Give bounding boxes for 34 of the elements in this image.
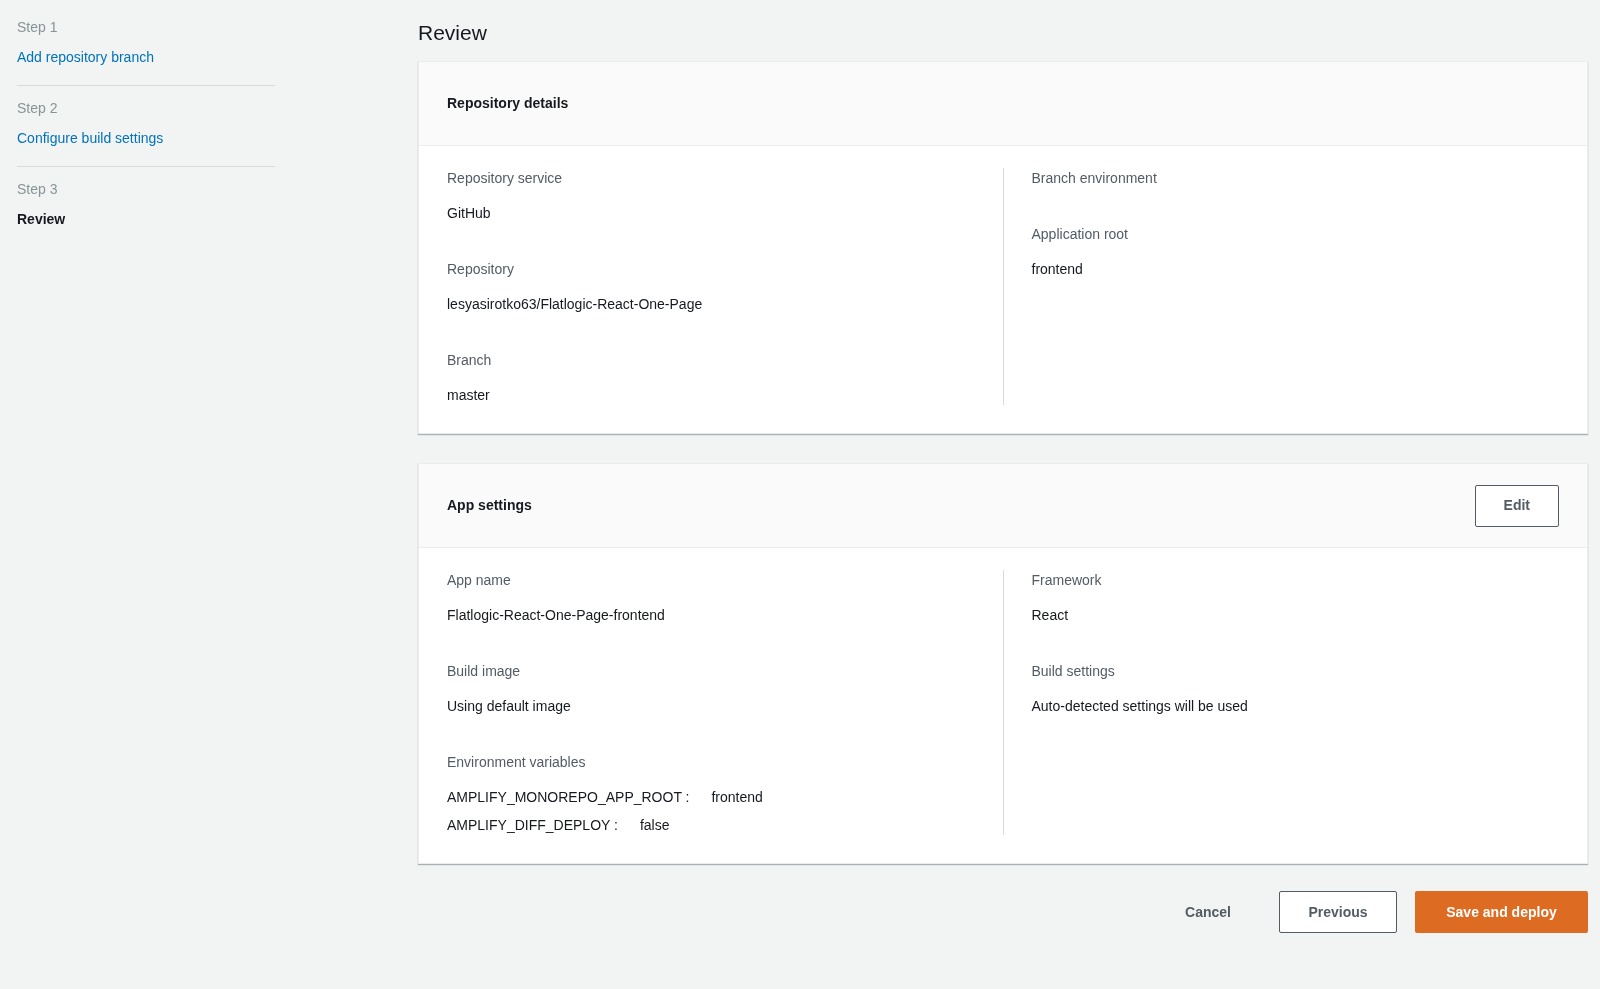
previous-button[interactable]: Previous: [1279, 891, 1397, 933]
field-label: Build settings: [1031, 662, 1116, 681]
page-title: Review: [418, 20, 488, 46]
field-label: Repository: [447, 260, 515, 279]
step-number: Step 3: [17, 180, 59, 199]
field-label: Application root: [1031, 225, 1129, 244]
field-value: React: [1031, 606, 1070, 625]
field-value: lesyasirotko63/Flatlogic-React-One-Page: [447, 295, 704, 314]
step-link[interactable]: Configure build settings: [17, 128, 275, 148]
field-label: Framework: [1031, 571, 1103, 590]
field-label: Environment variables: [447, 753, 587, 772]
field-value: Auto-detected settings will be used: [1031, 697, 1249, 716]
step-link[interactable]: Add repository branch: [17, 47, 275, 67]
step-number: Step 1: [17, 18, 59, 37]
field-label: Branch: [447, 351, 493, 370]
card-title: App settings: [447, 496, 532, 515]
field-value: master: [447, 386, 491, 405]
field-value: GitHub: [447, 204, 492, 223]
field-label: App name: [447, 571, 512, 590]
save-and-deploy-button[interactable]: Save and deploy: [1415, 891, 1588, 933]
variable-value: false: [639, 816, 670, 835]
field-value: frontend: [1031, 260, 1084, 279]
field-label: Repository service: [447, 169, 564, 188]
cancel-button[interactable]: Cancel: [1155, 891, 1261, 933]
field-label: Branch environment: [1031, 169, 1158, 188]
edit-button[interactable]: Edit: [1474, 484, 1559, 527]
variable-name: AMPLIFY_MONOREPO_APP_ROOT :: [447, 788, 690, 807]
field-label: Build image: [447, 662, 522, 681]
card-title: Repository details: [447, 94, 569, 113]
step-number: Step 2: [17, 99, 59, 118]
field-value: Flatlogic-React-One-Page-frontend: [447, 606, 666, 625]
variable-name: AMPLIFY_DIFF_DEPLOY :: [447, 816, 618, 835]
variable-value: frontend: [711, 788, 763, 807]
field-value: Using default image: [447, 697, 572, 716]
